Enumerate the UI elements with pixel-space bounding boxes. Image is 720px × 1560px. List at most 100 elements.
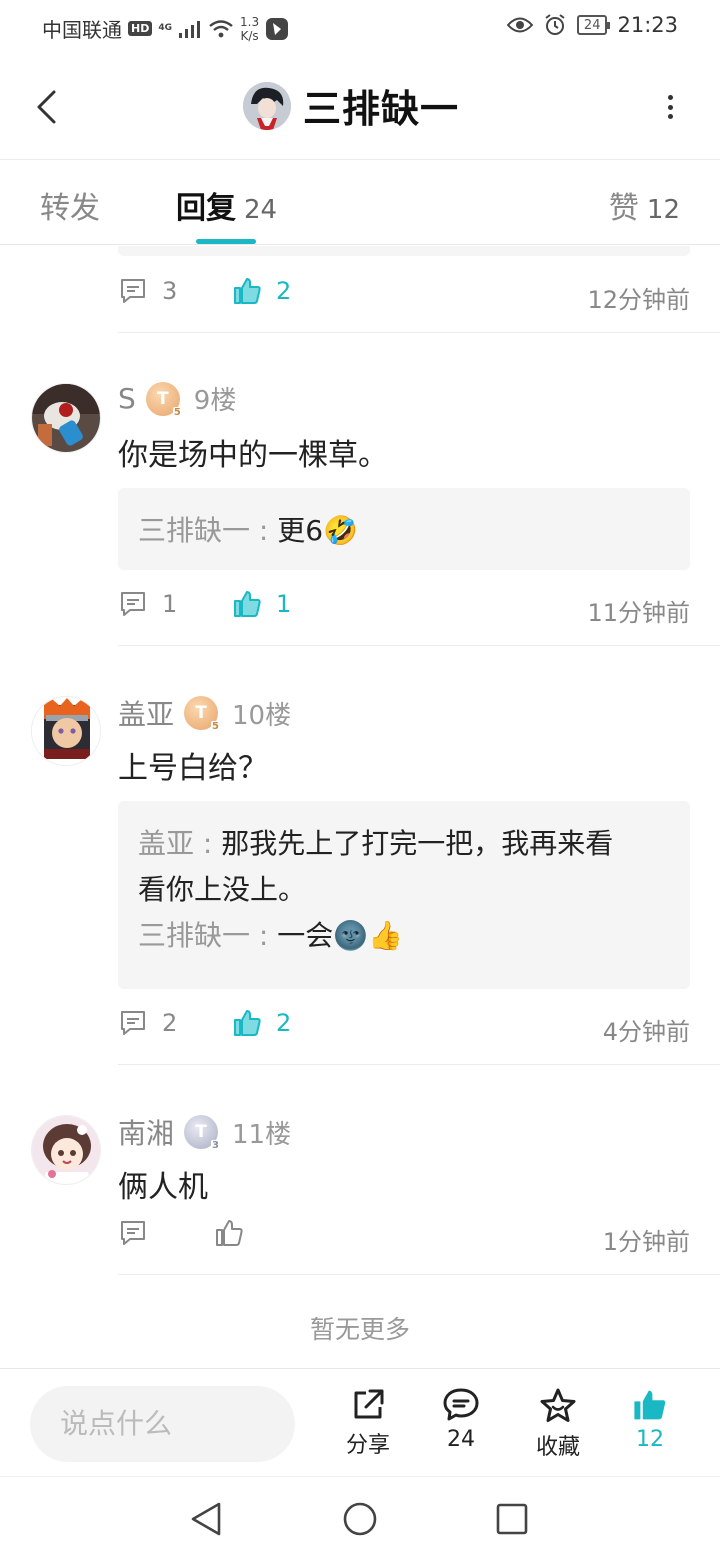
nav-home-button[interactable] [340,1499,380,1539]
sub-reply-separator: : [250,919,278,952]
circle-home-icon [343,1502,377,1536]
share-icon [354,1389,384,1419]
post-time: 1分钟前 [602,1228,690,1256]
level-badge-number: 5 [172,406,182,418]
author-avatar[interactable] [243,81,291,130]
level-badge: T3 [184,1115,221,1151]
comment-button[interactable]: 3 [118,276,177,306]
like-button[interactable] [214,1218,258,1248]
net-speed-unit: K/s [240,28,259,43]
username[interactable]: S [118,382,136,415]
share-button[interactable]: 分享 [328,1387,408,1463]
favorite-label: 收藏 [535,1435,580,1460]
like-thread-button[interactable]: 12 [610,1387,690,1463]
sub-replies[interactable]: 三排缺一 : 更6🤣 [118,488,690,570]
like-button[interactable]: 2 [232,276,291,306]
username[interactable]: 南湘 [118,1112,174,1152]
post-time: 4分钟前 [602,1018,690,1046]
top-header: 三排缺一 [0,54,720,160]
dot-icon [667,104,673,110]
status-bar: 中国联通 HD 4G 1.3 K/s 24 21:23 [0,0,720,54]
more-options-button[interactable] [660,92,680,122]
post-time: 11分钟前 [587,599,690,627]
sub-reply-text: 一会🌚👍 [277,919,403,952]
comment-button[interactable] [118,1218,162,1248]
tab-reply-count: 24 [244,195,278,225]
divider [118,1274,720,1275]
comment-count: 3 [162,277,178,305]
page-title: 三排缺一 [303,87,460,131]
thumbs-up-icon [234,591,261,617]
comment-button[interactable]: 1 [118,589,177,619]
like-button[interactable]: 2 [232,1008,291,1038]
sub-reply: 三排缺一 : 一会🌚👍 [138,913,670,959]
chevron-left-icon [37,90,56,124]
tab-forward[interactable]: 转发 [40,183,100,227]
sub-reply-separator: : [194,827,222,860]
wifi-icon [209,19,233,37]
comments-button[interactable]: 24 [421,1387,501,1463]
nav-back-button[interactable] [186,1499,226,1539]
floor-number: 11楼 [232,1119,292,1150]
level-badge-number: 3 [211,1140,221,1151]
clock: 21:23 [617,13,678,37]
thumbs-up-outline-icon [216,1220,243,1246]
reply-content: 你是场中的一棵草。 [118,438,388,473]
sub-reply-author[interactable]: 盖亚 [138,827,194,860]
username[interactable]: 盖亚 [118,693,174,733]
comment-input[interactable]: 说点什么 [30,1386,295,1462]
tab-forward-label: 转发 [40,191,100,226]
tab-like[interactable]: 赞 12 [609,183,680,227]
eye-icon [506,17,533,33]
sub-reply: 三排缺一 : 更6🤣 [138,508,670,554]
like-button[interactable]: 1 [232,589,291,619]
level-badge: T5 [184,696,221,732]
avatar[interactable] [31,696,101,766]
tab-reply[interactable]: 回复 24 [176,183,277,227]
sub-reply-separator: : [250,514,278,547]
favorite-button[interactable]: 收藏 [518,1387,598,1463]
user-row: S T5 9楼 [118,380,236,418]
system-nav-bar [0,1476,720,1560]
level-badge-letter: T [156,388,169,409]
alarm-icon [545,14,565,35]
tab-like-label: 赞 [608,191,639,226]
like-count: 2 [276,1009,292,1037]
divider [118,1064,720,1065]
thread-title[interactable]: 三排缺一 [243,78,459,133]
signal-icon [179,20,200,38]
reply-list[interactable]: 3 2 12分钟前 S T5 9楼 你是场中的一棵草。 三排缺一 : 更6🤣 1 [0,246,720,1368]
hd-badge: HD [128,21,153,36]
floor-number: 10楼 [232,700,292,731]
sub-reply-text: 更6🤣 [277,514,358,547]
like-count: 2 [276,277,292,305]
thumbs-up-filled-icon [634,1390,666,1420]
tab-like-count: 12 [646,195,680,225]
avatar[interactable] [31,383,101,453]
sub-reply-author[interactable]: 三排缺一 [138,514,250,547]
avatar[interactable] [31,1115,101,1185]
sub-replies[interactable]: 盖亚 : 那我先上了打完一把，我再来看看你上没上。 三排缺一 : 一会🌚👍 [118,801,690,989]
sub-reply-author[interactable]: 三排缺一 [138,919,250,952]
thumbs-up-icon [234,278,261,304]
quote-block-partial [118,246,690,256]
post-actions: 3 2 12分钟前 [118,276,690,316]
tab-bar: 转发 回复 24 赞 12 [0,161,720,245]
comment-count: 2 [162,1009,178,1037]
user-row: 南湘 T3 11楼 [118,1112,291,1152]
back-button[interactable] [26,82,66,132]
dot-icon [667,114,673,119]
nav-recents-button[interactable] [492,1499,532,1539]
comment-button[interactable]: 2 [118,1008,177,1038]
bottom-action-bar: 说点什么 分享 24 收藏 12 [0,1368,720,1476]
divider [118,645,720,646]
reply-content: 俩人机 [118,1170,208,1205]
level-badge-letter: T [195,1122,207,1142]
square-recents-icon [496,1503,528,1535]
notification-app-icon [266,17,289,40]
post-actions: 1 1 11分钟前 [118,589,690,629]
divider [118,332,720,333]
thumbs-up-icon [234,1010,261,1036]
reply-content: 上号白给？ [118,751,268,786]
like-count: 1 [276,590,292,618]
